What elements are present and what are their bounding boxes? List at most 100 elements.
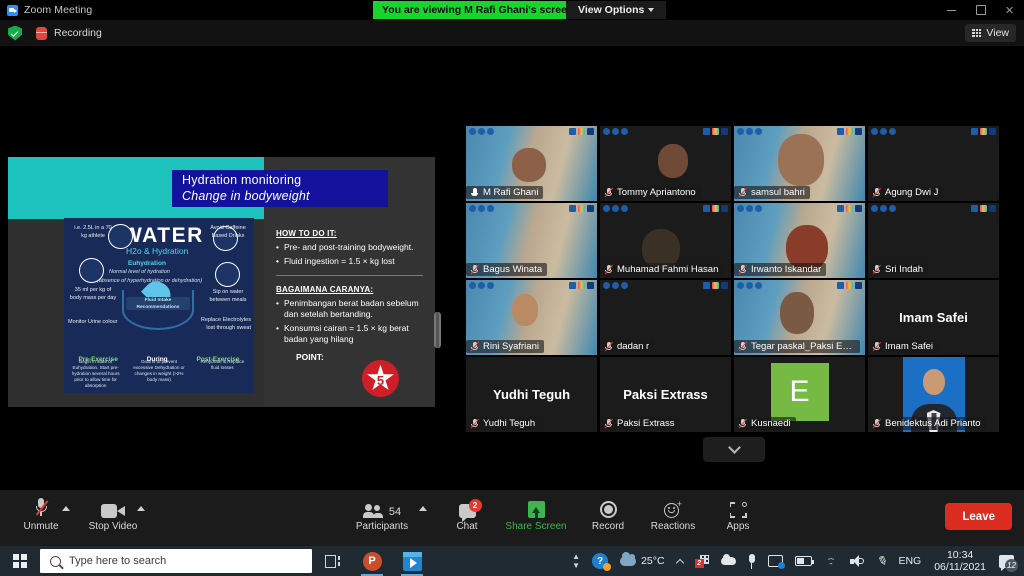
participant-name-bar: M Rafi Ghani: [466, 186, 544, 199]
maximize-button[interactable]: [966, 0, 995, 20]
participant-tile[interactable]: M Rafi Ghani: [466, 126, 597, 201]
share-screen-button[interactable]: Share Screen: [500, 496, 572, 532]
view-layout-button[interactable]: View: [965, 24, 1016, 42]
star-icon: 5: [367, 364, 394, 390]
task-view-button[interactable]: [312, 546, 352, 576]
taskbar-search-box[interactable]: Type here to search: [40, 549, 312, 573]
avatar-initial: E: [770, 363, 829, 421]
virtual-background-header: [466, 280, 597, 296]
participant-name-bar: Benidektus Adi Prianto: [868, 417, 986, 430]
participant-tile[interactable]: Irwanto Iskandar: [734, 203, 865, 278]
panel-heading-en: HOW TO DO IT:: [276, 229, 337, 238]
microphone-tray-icon[interactable]: [742, 546, 762, 576]
virtual-background-header: [600, 280, 731, 296]
camera-icon: [101, 496, 125, 518]
powerpoint-taskbar-button[interactable]: P: [352, 546, 392, 576]
participant-name-bar: Rini Syafriani: [466, 340, 544, 353]
microphone-muted-icon: [470, 418, 480, 429]
cloud-icon: [620, 552, 637, 566]
participant-name: Muhamad Fahmi Hasan: [617, 264, 719, 275]
encryption-shield-icon[interactable]: [8, 25, 22, 41]
video-options-caret-icon[interactable]: [137, 506, 145, 511]
participant-tile[interactable]: samsul bahri: [734, 126, 865, 201]
battery-tray-icon[interactable]: [789, 546, 818, 576]
participant-tile[interactable]: Benidektus Adi Prianto: [868, 357, 999, 432]
background-header-text: [768, 282, 831, 285]
media-player-taskbar-button[interactable]: [392, 546, 432, 576]
clock-time: 10:34: [946, 549, 974, 561]
language-indicator[interactable]: ENG: [892, 546, 927, 576]
shared-screen-stage[interactable]: Hydration monitoring Change in bodyweigh…: [0, 46, 455, 490]
volume-tray-icon[interactable]: [844, 546, 870, 576]
participant-name: Sri Indah: [885, 264, 924, 275]
zoom-logo-icon: [7, 4, 18, 16]
participants-count: 54: [388, 506, 402, 518]
panel-divider: [276, 275, 423, 276]
battery-icon: [794, 556, 814, 566]
panel-bullet-en-1: • Pre- and post-training bodyweight.: [276, 242, 414, 252]
infographic-right-mid: Sip on water between meals: [209, 289, 247, 303]
minimize-button[interactable]: [937, 0, 966, 20]
help-tray-button[interactable]: ?: [586, 546, 614, 576]
participants-options-caret-icon[interactable]: [419, 506, 427, 511]
microphone-muted-icon: [738, 264, 748, 275]
participant-tile[interactable]: Rini Syafriani: [466, 280, 597, 355]
stage-scrollbar[interactable]: [434, 312, 441, 348]
microphone-icon: [748, 553, 756, 569]
start-button[interactable]: [0, 546, 40, 576]
show-hidden-icons-button[interactable]: [671, 546, 689, 576]
participant-tile[interactable]: Muhamad Fahmi Hasan: [600, 203, 731, 278]
background-header-text: [634, 282, 697, 285]
participant-name-bar: Tommy Apriantono: [600, 186, 701, 199]
display-tray-icon[interactable]: [762, 546, 789, 576]
background-header-text: [500, 128, 563, 131]
pen-tray-icon[interactable]: ✎: [870, 546, 893, 576]
participant-tile[interactable]: Imam Safei Imam Safei: [868, 280, 999, 355]
euhydration-label: Euhydration: [128, 260, 166, 267]
apps-button[interactable]: Apps: [705, 496, 771, 532]
participant-name-bar: Yudhi Teguh: [466, 417, 541, 430]
microphone-icon: [470, 187, 479, 198]
app-identity: Zoom Meeting: [0, 4, 92, 16]
participant-tile[interactable]: Tegar paskal_Paksi Extr...: [734, 280, 865, 355]
participant-tile[interactable]: dadan r: [600, 280, 731, 355]
network-tray-icon[interactable]: [818, 546, 844, 576]
audio-options-caret-icon[interactable]: [62, 506, 70, 511]
participant-tile[interactable]: Agung Dwi J: [868, 126, 999, 201]
tray-scroll-arrows[interactable]: ▲ ▼: [566, 546, 586, 576]
close-button[interactable]: ✕: [995, 0, 1024, 20]
microphone-muted-icon: [872, 187, 882, 198]
help-icon: ?: [592, 553, 612, 571]
onedrive-tray-icon[interactable]: [715, 546, 742, 576]
participant-tile[interactable]: Sri Indah: [868, 203, 999, 278]
chat-button[interactable]: 2 Chat: [434, 496, 500, 532]
participant-tile[interactable]: Tommy Apriantono: [600, 126, 731, 201]
participant-face: [512, 148, 546, 182]
infographic-subheading: H2o & Hydration: [126, 246, 189, 256]
participant-tile[interactable]: Yudhi Teguh Yudhi Teguh: [466, 357, 597, 432]
notifications-button[interactable]: 12: [993, 546, 1020, 576]
weather-widget[interactable]: 25°C: [614, 546, 670, 576]
scroll-more-participants-button[interactable]: [703, 437, 765, 462]
water-infographic: WATER H2o & Hydration Euhydration Normal…: [64, 218, 254, 393]
unmute-button[interactable]: Unmute: [8, 496, 74, 532]
microphone-muted-icon: [872, 418, 882, 429]
leave-button[interactable]: Leave: [945, 503, 1012, 530]
share-screen-label: Share Screen: [505, 521, 567, 532]
participant-tile[interactable]: Paksi Extrass Paksi Extrass: [600, 357, 731, 432]
reactions-button[interactable]: + Reactions: [640, 496, 706, 533]
participant-tile[interactable]: E Kusnaedi: [734, 357, 865, 432]
teams-tray-icon[interactable]: 2: [689, 546, 715, 576]
recording-icon[interactable]: [36, 26, 47, 40]
windows-logo-icon: [13, 554, 27, 568]
participants-button[interactable]: 54 Participants: [347, 496, 417, 532]
phase-text-post: Rehydrate & Replace fluid losses: [200, 359, 245, 370]
stop-video-button[interactable]: Stop Video: [80, 496, 146, 532]
chat-badge: 2: [468, 499, 482, 512]
chevron-down-icon: [648, 8, 655, 12]
record-button[interactable]: Record: [575, 496, 641, 532]
clock[interactable]: 10:34 06/11/2021: [927, 549, 993, 573]
participant-tile[interactable]: Bagus Winata: [466, 203, 597, 278]
chevron-up-icon: [675, 558, 684, 567]
view-options-button[interactable]: View Options: [566, 1, 667, 19]
